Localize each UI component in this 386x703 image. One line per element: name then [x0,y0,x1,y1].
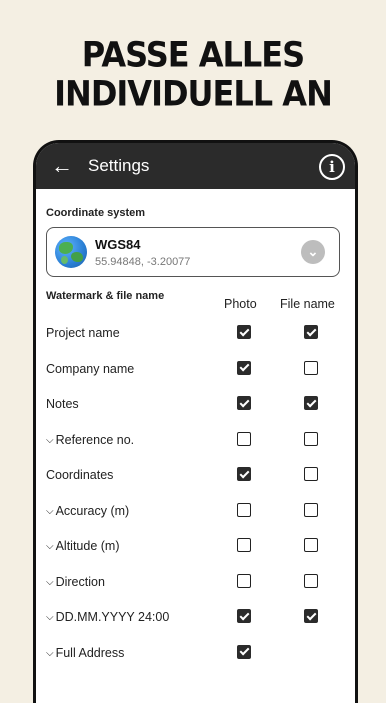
chevron-down-icon: ⌵ [46,647,54,659]
watermark-row: Project name [46,324,346,344]
photo-column-header: Photo [224,297,257,311]
coordinate-system-selector[interactable]: WGS84 55.94848, -3.20077 ⌄ [46,227,340,277]
arrow-left-icon: ← [51,153,73,178]
filename-checkbox[interactable] [304,325,318,339]
chevron-down-icon: ⌵ [46,434,54,446]
photo-checkbox[interactable] [237,538,251,552]
watermark-row: Coordinates [46,466,346,486]
chevron-down-icon: ⌵ [46,505,54,517]
chevron-down-icon: ⌵ [46,612,54,623]
filename-checkbox[interactable] [304,396,318,410]
photo-checkbox[interactable] [237,502,251,517]
photo-checkbox[interactable] [237,325,251,339]
watermark-row: Notes [46,395,346,415]
watermark-row-text: Accuracy (m) [55,503,130,518]
filename-checkbox[interactable] [304,609,318,623]
watermark-row-text: Direction [55,574,105,589]
photo-checkbox[interactable] [237,609,251,623]
watermark-row: ⌵ Altitude (m) [46,537,346,557]
phone-frame: ← Settings i Coordinate system WGS84 55.… [33,140,358,703]
chevron-down-icon: ⌵ [46,541,54,552]
watermark-row-label[interactable]: ⌵ Altitude (m) [46,539,120,553]
watermark-row: Company name [46,360,346,380]
photo-checkbox[interactable] [237,573,251,588]
chevron-down-icon: ⌵ [46,576,54,588]
watermark-row-label[interactable]: ⌵ DD.MM.YYYY 24:00 [46,610,169,624]
globe-icon [55,236,87,268]
watermark-row: ⌵ Full Address [46,644,346,664]
info-icon: i [329,158,335,176]
watermark-row-label: Project name [46,326,120,340]
filename-checkbox[interactable] [304,467,318,481]
filename-checkbox[interactable] [304,360,318,375]
watermark-row-text: Company name [46,361,135,376]
back-button[interactable]: ← [36,143,88,189]
watermark-row-text: DD.MM.YYYY 24:00 [55,610,170,624]
watermark-row: ⌵ DD.MM.YYYY 24:00 [46,608,346,628]
photo-checkbox[interactable] [237,467,251,481]
app-bar: ← Settings i [36,143,355,189]
watermark-row-text: Notes [46,397,79,411]
photo-checkbox[interactable] [237,644,251,659]
coordinate-value: 55.94848, -3.20077 [95,256,191,268]
watermark-row-text: Full Address [55,645,125,660]
watermark-row-label: Company name [46,362,134,376]
filename-column-header: File name [280,297,335,311]
filename-checkbox[interactable] [304,538,318,552]
page-title: Settings [88,156,150,175]
coordinate-system-label: Coordinate system [46,207,146,219]
headline-line-2: INDIVIDUELL AN [54,72,333,114]
promo-headline: PASSE ALLES INDIVIDUELL AN [0,35,386,113]
watermark-row-label[interactable]: ⌵ Full Address [46,646,124,660]
watermark-row-label: Coordinates [46,468,113,482]
photo-checkbox[interactable] [237,431,251,446]
watermark-row-text: Reference no. [55,432,135,447]
watermark-row: ⌵ Accuracy (m) [46,502,346,522]
watermark-section-label: Watermark & file name [46,290,165,302]
watermark-row-text: Altitude (m) [55,539,120,553]
chevron-down-icon[interactable]: ⌄ [301,240,325,264]
photo-checkbox[interactable] [237,360,251,375]
watermark-row-text: Project name [46,326,120,340]
watermark-row-label[interactable]: ⌵ Direction [46,575,105,589]
photo-checkbox[interactable] [237,396,251,410]
coordinate-system-name: WGS84 [95,237,141,252]
watermark-row-label: Notes [46,397,79,411]
filename-checkbox[interactable] [304,573,318,588]
watermark-row: ⌵ Reference no. [46,431,346,451]
filename-checkbox[interactable] [304,502,318,517]
info-button[interactable]: i [319,154,345,180]
headline-line-1: PASSE ALLES [81,34,305,76]
watermark-row-label[interactable]: ⌵ Reference no. [46,433,134,447]
filename-checkbox[interactable] [304,431,318,446]
watermark-row-text: Coordinates [46,468,114,482]
watermark-row-label[interactable]: ⌵ Accuracy (m) [46,504,129,518]
watermark-row: ⌵ Direction [46,573,346,593]
